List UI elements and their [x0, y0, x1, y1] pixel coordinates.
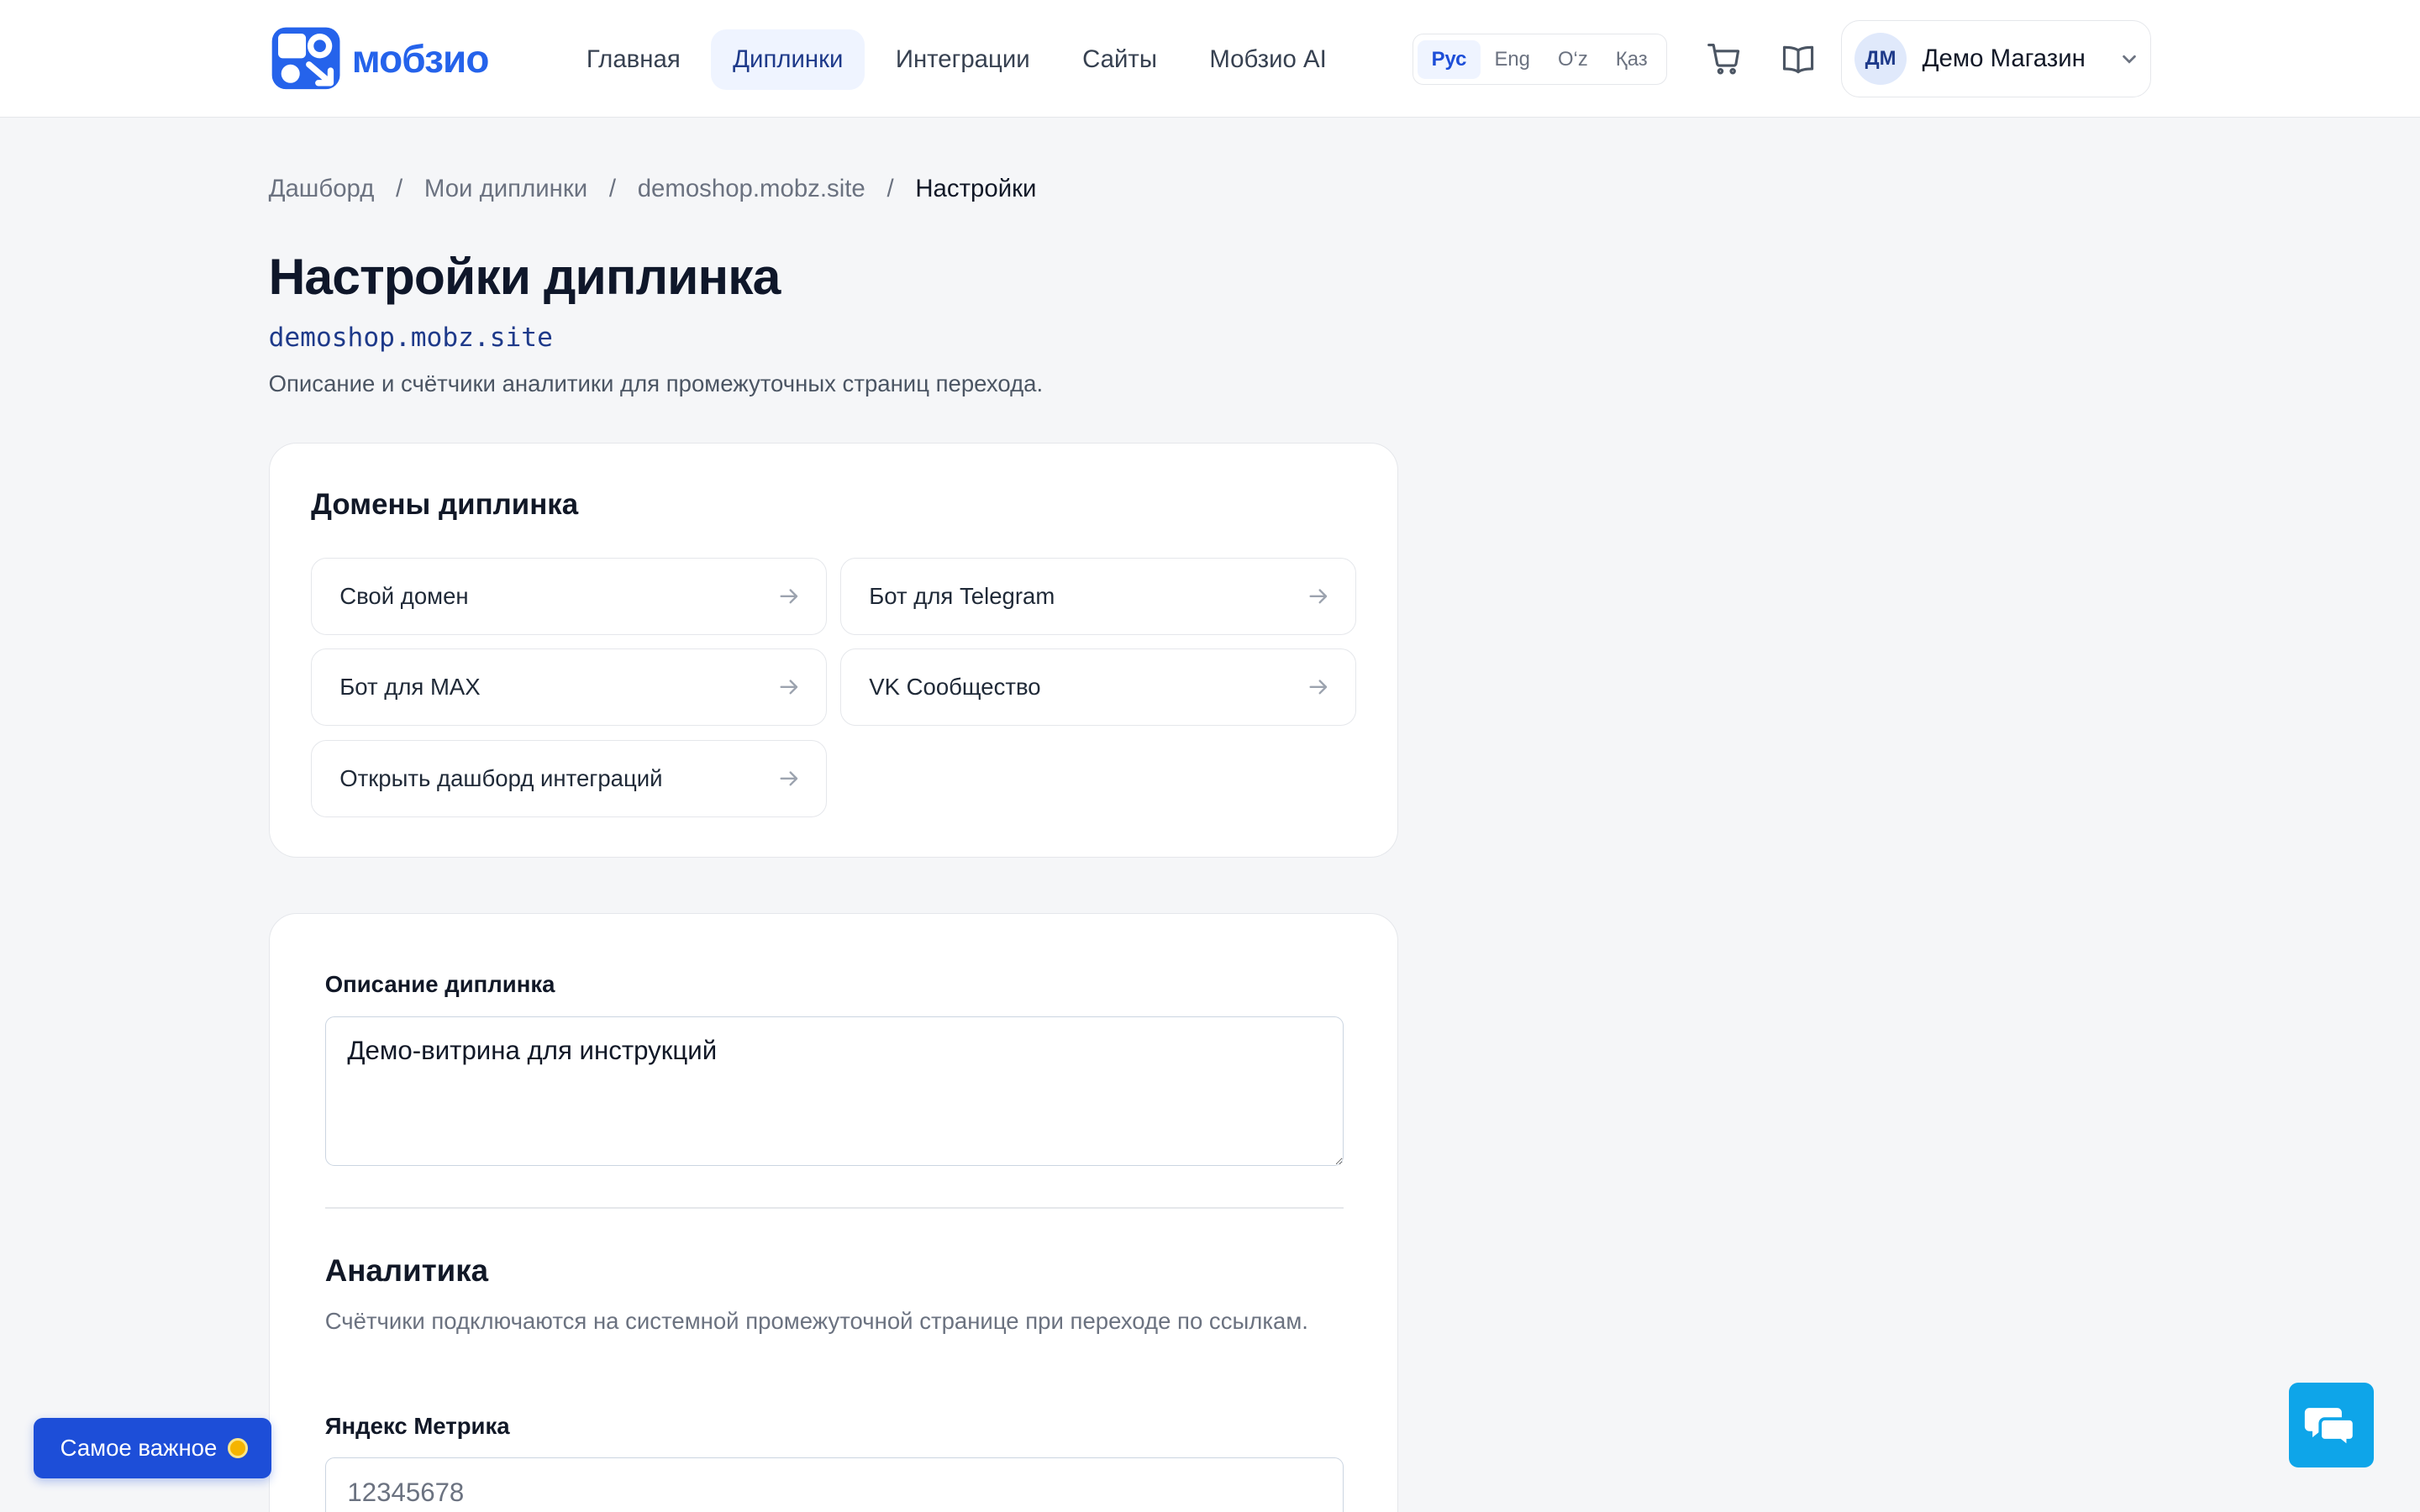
breadcrumb-current: Настройки: [915, 174, 1037, 202]
nav-item-home[interactable]: Главная: [565, 29, 702, 90]
page-subtitle: Описание и счётчики аналитики для промеж…: [268, 370, 1044, 396]
breadcrumb-domain[interactable]: demoshop.mobz.site: [638, 175, 865, 203]
main-nav: Главная Диплинки Интеграции Сайты Мобзио…: [565, 29, 1348, 90]
arrow-right-icon: [780, 589, 797, 604]
arrow-right-icon: [780, 771, 797, 786]
lang-ru[interactable]: Рус: [1418, 39, 1481, 79]
breadcrumb-separator: /: [396, 174, 403, 202]
lang-en[interactable]: Eng: [1481, 40, 1544, 79]
breadcrumb-separator: /: [608, 174, 616, 202]
description-textarea[interactable]: Демо-витрина для инструкций: [324, 1016, 1344, 1166]
important-label: Самое важное: [60, 1434, 218, 1461]
analytics-title: Аналитика: [324, 1253, 489, 1289]
tile-label: VK Сообщество: [869, 674, 1041, 701]
arrow-right-icon: [1309, 589, 1327, 604]
logo-icon: [271, 28, 340, 90]
lang-kz[interactable]: Қаз: [1602, 40, 1661, 79]
chevron-down-icon: [2122, 55, 2136, 64]
link-own-domain[interactable]: Свой домен: [311, 558, 827, 635]
nav-item-ai[interactable]: Мобзио AI: [1188, 29, 1349, 90]
important-button[interactable]: Самое важное: [34, 1417, 271, 1478]
page-title: Настройки диплинка: [268, 247, 781, 305]
tile-label: Свой домен: [339, 582, 469, 609]
avatar: ДМ: [1854, 32, 1907, 85]
deeplink-domain: demoshop.mobz.site: [268, 322, 553, 353]
breadcrumb-dashboard[interactable]: Дашборд: [269, 175, 375, 203]
lang-uz[interactable]: O‘z: [1544, 40, 1602, 79]
breadcrumb-separator: /: [886, 174, 894, 202]
nav-item-integrations[interactable]: Интеграции: [874, 29, 1051, 90]
link-telegram-bot[interactable]: Бот для Telegram: [840, 558, 1356, 635]
user-menu[interactable]: ДМ Демо Магазин: [1841, 19, 2152, 97]
link-vk-community[interactable]: VK Сообщество: [840, 648, 1356, 727]
analytics-description: Счётчики подключаются на системной проме…: [324, 1307, 1308, 1334]
chat-icon: [2305, 1407, 2356, 1450]
breadcrumb: Дашборд / Мои диплинки / demoshop.mobz.s…: [269, 175, 1037, 203]
top-header: мобзио Главная Диплинки Интеграции Сайты…: [0, 0, 2420, 118]
yandex-metrika-input[interactable]: [324, 1457, 1344, 1512]
link-max-bot[interactable]: Бот для MAX: [311, 648, 827, 727]
tile-label: Бот для Telegram: [869, 582, 1055, 609]
tile-label: Открыть дашборд интеграций: [339, 764, 663, 791]
arrow-right-icon: [1309, 680, 1327, 695]
user-name: Демо Магазин: [1922, 44, 2086, 72]
notification-dot: [228, 1437, 249, 1458]
domains-card-title: Домены диплинка: [311, 488, 579, 522]
book-icon[interactable]: [1780, 40, 1817, 77]
language-switcher: Рус Eng O‘z Қаз: [1412, 34, 1667, 86]
arrow-right-icon: [780, 680, 797, 695]
tile-label: Бот для MAX: [339, 674, 481, 701]
app-root: мобзио Главная Диплинки Интеграции Сайты…: [0, 0, 2420, 1512]
description-label: Описание диплинка: [324, 971, 555, 998]
logo-text: мобзио: [351, 36, 490, 81]
nav-item-sites[interactable]: Сайты: [1060, 29, 1178, 90]
link-integrations-dashboard[interactable]: Открыть дашборд интеграций: [311, 739, 827, 817]
settings-card: Описание диплинка Демо-витрина для инстр…: [268, 913, 1399, 1512]
breadcrumb-my-deeplinks[interactable]: Мои диплинки: [424, 175, 587, 203]
nav-item-deeplinks[interactable]: Диплинки: [711, 29, 865, 90]
chat-button[interactable]: [2288, 1382, 2374, 1467]
yandex-metrika-label: Яндекс Метрика: [324, 1412, 510, 1439]
divider: [324, 1207, 1344, 1210]
cart-icon[interactable]: [1706, 40, 1743, 77]
logo[interactable]: мобзио: [269, 24, 489, 92]
domains-card: Домены диплинка Свой домен Бот для Teleg…: [268, 443, 1399, 858]
